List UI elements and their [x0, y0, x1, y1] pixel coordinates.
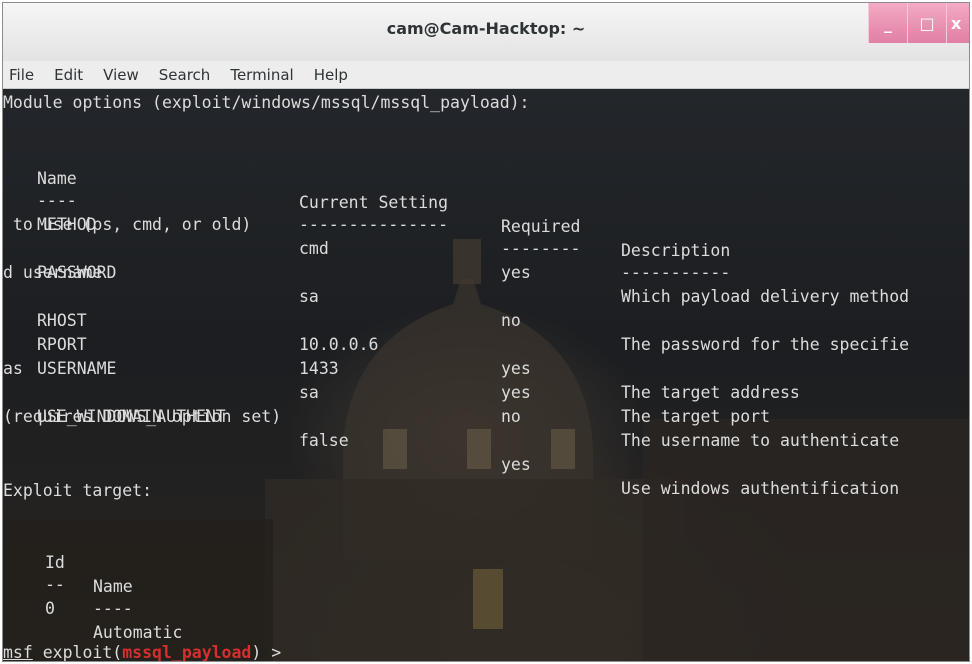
- option-description-wrap: d username: [3, 263, 103, 282]
- maximize-button[interactable]: □: [907, 3, 946, 43]
- col-required-header: Required: [501, 217, 581, 236]
- terminal-window: cam@Cam-Hacktop: ~ _ □ x File Edit View …: [2, 2, 970, 662]
- menu-view[interactable]: View: [103, 66, 139, 84]
- option-required: no: [501, 311, 521, 330]
- option-name: USERNAME: [37, 359, 117, 378]
- option-required: yes: [501, 455, 531, 474]
- menu-terminal[interactable]: Terminal: [230, 66, 293, 84]
- underline: -----------: [621, 263, 731, 282]
- option-description: The target address: [621, 383, 800, 402]
- title-bar[interactable]: cam@Cam-Hacktop: ~ _ □ x: [3, 3, 969, 62]
- col-target-name-header: Name: [93, 577, 133, 596]
- col-setting-header: Current Setting: [299, 193, 449, 212]
- option-setting: 1433: [299, 359, 339, 378]
- option-setting: 10.0.0.6: [299, 335, 379, 354]
- close-button[interactable]: x: [946, 3, 969, 43]
- menu-edit[interactable]: Edit: [54, 66, 83, 84]
- option-row: USE_WINDOWS_AUTHENT false yes Use window…: [3, 381, 899, 525]
- module-options-header: Module options (exploit/windows/mssql/ms…: [3, 93, 530, 112]
- option-required: no: [501, 407, 521, 426]
- option-description-wrap: as: [3, 359, 23, 378]
- option-setting: cmd: [299, 239, 329, 258]
- option-required: yes: [501, 383, 531, 402]
- exploit-target-header: Exploit target:: [3, 481, 153, 500]
- terminal-area[interactable]: Module options (exploit/windows/mssql/ms…: [3, 89, 969, 661]
- menu-file[interactable]: File: [9, 66, 34, 84]
- option-required: yes: [501, 359, 531, 378]
- option-required: yes: [501, 263, 531, 282]
- option-description: The password for the specifie: [621, 335, 910, 354]
- terminal-output: Module options (exploit/windows/mssql/ms…: [3, 89, 969, 661]
- prompt-exploit: exploit(: [32, 643, 123, 661]
- prompt-msf: msf: [3, 643, 33, 661]
- prompt-module: mssql_payload: [122, 643, 252, 661]
- window-controls: _ □ x: [868, 3, 969, 45]
- menu-bar: File Edit View Search Terminal Help: [3, 61, 969, 89]
- option-setting: sa: [299, 383, 319, 402]
- option-description-wrap: (requires DOMAIN option set): [3, 407, 282, 426]
- underline: ----: [93, 599, 133, 618]
- window-title: cam@Cam-Hacktop: ~: [386, 19, 586, 38]
- prompt-end: ) >: [251, 643, 282, 661]
- minimize-button[interactable]: _: [868, 3, 907, 43]
- menu-search[interactable]: Search: [159, 66, 211, 84]
- option-setting: false: [299, 431, 349, 450]
- option-description-wrap: to use (ps, cmd, or old): [3, 215, 252, 234]
- option-setting: sa: [299, 287, 319, 306]
- col-description-header: Description: [621, 241, 731, 260]
- option-description: Which payload delivery method: [621, 287, 910, 306]
- underline: ---------------: [299, 215, 449, 234]
- command-prompt[interactable]: msf exploit(mssql_payload) >: [3, 641, 281, 661]
- target-id: 0: [45, 599, 55, 618]
- underline: --------: [501, 239, 581, 258]
- option-description: The target port: [621, 407, 771, 426]
- menu-help[interactable]: Help: [314, 66, 348, 84]
- option-description: The username to authenticate: [621, 431, 900, 450]
- option-description: Use windows authentification: [621, 479, 900, 498]
